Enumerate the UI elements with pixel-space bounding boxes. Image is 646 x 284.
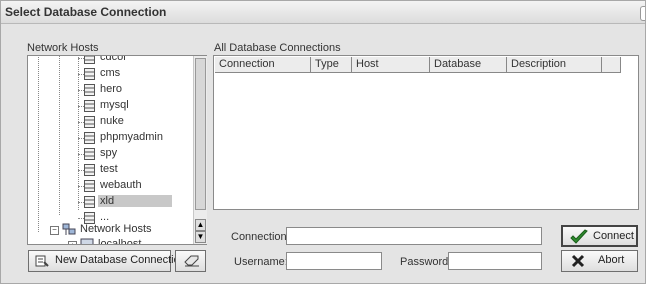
abort-x-icon bbox=[571, 254, 585, 268]
connect-button[interactable]: Connect bbox=[561, 225, 638, 247]
tree-node-label: test bbox=[100, 163, 118, 175]
new-database-connection-label: New Database Connection bbox=[55, 254, 186, 266]
abort-label: Abort bbox=[598, 254, 625, 266]
database-icon bbox=[84, 68, 95, 80]
tree-node-localhost-label: localhost bbox=[98, 238, 142, 245]
tree-node-localhost[interactable]: + localhost bbox=[68, 237, 188, 245]
tree-node-database[interactable]: cms bbox=[78, 66, 194, 82]
connection-label: Connection: bbox=[231, 231, 290, 243]
tree-node-label: hero bbox=[100, 83, 123, 95]
password-label: Password: bbox=[400, 256, 452, 268]
tree-node-label: phpmyadmin bbox=[100, 131, 163, 143]
connections-table[interactable]: Connection Type Host Database Descriptio… bbox=[213, 55, 639, 210]
new-database-connection-button[interactable]: New Database Connection bbox=[28, 250, 186, 272]
network-hosts-label: Network Hosts bbox=[27, 42, 99, 54]
password-field[interactable] bbox=[448, 252, 542, 270]
column-header-description[interactable]: Description bbox=[507, 57, 602, 73]
tree-node-database[interactable]: webauth bbox=[78, 178, 194, 194]
database-icon bbox=[84, 56, 95, 64]
tree-node-label: cdcol bbox=[100, 55, 126, 63]
tree-node-database[interactable]: hero bbox=[78, 82, 194, 98]
database-icon bbox=[84, 196, 95, 208]
tree-node-database[interactable]: spy bbox=[78, 146, 194, 162]
tree-node-database[interactable]: ... bbox=[78, 210, 194, 226]
tree-node-database[interactable]: phpmyadmin bbox=[78, 130, 194, 146]
abort-button[interactable]: Abort bbox=[561, 250, 638, 272]
column-header-database[interactable]: Database bbox=[430, 57, 507, 73]
tree-node-label: webauth bbox=[100, 179, 142, 191]
connection-field[interactable] bbox=[286, 227, 542, 245]
network-icon bbox=[62, 223, 76, 236]
tree-node-database[interactable]: mysql bbox=[78, 98, 194, 114]
tree-node-database[interactable]: cdcol bbox=[78, 55, 194, 66]
tree-node-database[interactable]: xld bbox=[78, 194, 194, 210]
computer-icon bbox=[80, 238, 94, 244]
username-label: Username: bbox=[234, 256, 288, 268]
tree-node-database[interactable]: test bbox=[78, 162, 194, 178]
tree-node-label: nuke bbox=[100, 115, 124, 127]
tree-node-label: cms bbox=[100, 67, 121, 79]
collapse-toggle-icon[interactable]: − bbox=[50, 226, 59, 235]
tree-node-label: xld bbox=[98, 195, 172, 207]
window-edge bbox=[640, 6, 645, 21]
tree-node-label: spy bbox=[100, 147, 118, 159]
tree-node-label: mysql bbox=[100, 99, 129, 111]
scrollbar-thumb[interactable] bbox=[195, 58, 206, 210]
database-icon bbox=[84, 148, 95, 160]
connect-label: Connect bbox=[593, 230, 634, 242]
database-icon bbox=[84, 84, 95, 96]
database-icon bbox=[84, 100, 95, 112]
scroll-down-arrow-icon[interactable]: ▼ bbox=[195, 231, 206, 243]
new-connection-icon bbox=[35, 254, 49, 268]
column-header-host[interactable]: Host bbox=[352, 57, 430, 73]
tree-scrollbar[interactable]: ▲ ▼ bbox=[193, 56, 207, 244]
dialog-title: Select Database Connection bbox=[5, 5, 167, 19]
database-icon bbox=[84, 164, 95, 176]
network-hosts-tree[interactable]: − Network Hosts + localhost cdcolcmshero… bbox=[27, 55, 207, 245]
database-icon bbox=[84, 180, 95, 192]
expand-toggle-icon[interactable]: + bbox=[68, 241, 77, 244]
database-icon bbox=[84, 116, 95, 128]
column-header-type[interactable]: Type bbox=[311, 57, 352, 73]
checkmark-icon bbox=[570, 229, 588, 245]
column-header-extra[interactable] bbox=[602, 57, 621, 73]
username-field[interactable] bbox=[286, 252, 382, 270]
title-bar: Select Database Connection bbox=[1, 1, 645, 24]
erase-button[interactable] bbox=[175, 250, 206, 272]
tree-node-database[interactable]: nuke bbox=[78, 114, 194, 130]
select-database-connection-dialog: Select Database Connection Network Hosts… bbox=[0, 0, 646, 284]
column-header-connection[interactable]: Connection bbox=[215, 57, 311, 73]
eraser-icon bbox=[184, 255, 200, 267]
scroll-up-arrow-icon[interactable]: ▲ bbox=[195, 219, 206, 231]
all-connections-label: All Database Connections bbox=[214, 42, 341, 54]
database-icon bbox=[84, 212, 95, 224]
tree-node-label: ... bbox=[100, 211, 110, 223]
database-icon bbox=[84, 132, 95, 144]
